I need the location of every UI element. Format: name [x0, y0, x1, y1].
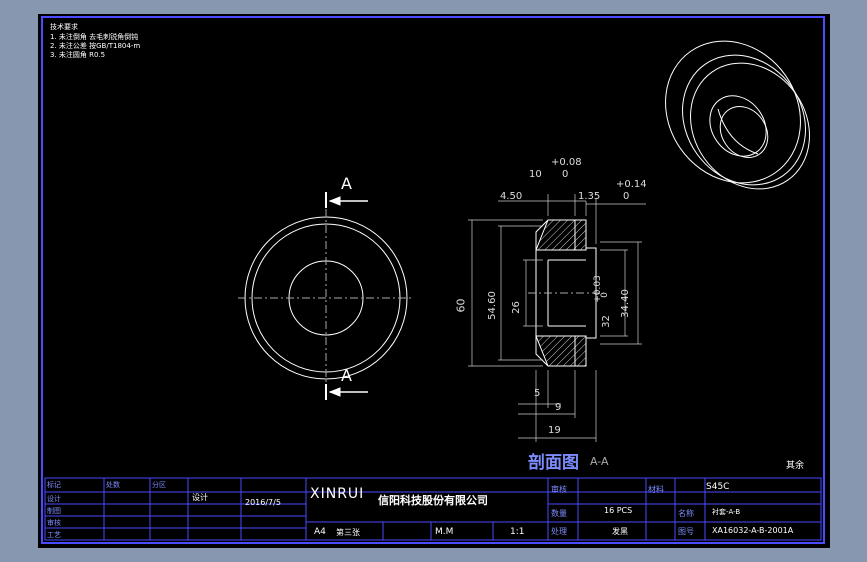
note-line-1: 1. 未注倒角 去毛刺锐角倒钝 — [50, 33, 139, 41]
process-label: 处理 — [551, 527, 567, 536]
section-label-top: A — [341, 174, 352, 193]
qty-label: 数量 — [551, 509, 567, 518]
iso-outer-back — [665, 40, 801, 184]
paper-size: A4 — [314, 527, 326, 537]
note-line-2: 2. 未注公差 按GB/T1804-m — [50, 42, 141, 50]
section-label-bottom: A — [341, 366, 352, 385]
name-label: 名称 — [678, 509, 694, 518]
dim-bore: 32 — [600, 315, 612, 328]
iso-bore-inner — [717, 108, 759, 155]
dim-bore-tol-lower: 0 — [599, 292, 610, 298]
dim-width-right: 1.35 — [578, 191, 601, 202]
cut-arrowhead-top — [328, 196, 341, 206]
section-hatch-top-2 — [574, 219, 587, 251]
dim-top-tol-upper: +0.08 — [551, 157, 582, 168]
corner-note: 其余 — [786, 461, 805, 471]
material-label: 材料 — [648, 485, 664, 494]
scale-label: M.M — [435, 527, 454, 537]
row-left-4: 工艺 — [47, 531, 61, 539]
dim-d3: 34.40 — [619, 289, 631, 318]
dim-top-tol-lower: 0 — [562, 169, 569, 180]
notes-title: 技术要求 — [50, 23, 78, 31]
front-view — [238, 192, 413, 400]
section-hatch-bottom-1 — [535, 335, 576, 367]
dim-width-left: 4.50 — [500, 191, 523, 202]
sheet-no: 第三张 — [336, 528, 360, 537]
row-left-1: 设计 — [47, 495, 61, 503]
dim-top-left: 10 — [529, 169, 542, 180]
section-hatch-bottom-2 — [574, 335, 587, 367]
row-left-3: 审核 — [47, 519, 61, 527]
process: 发黑 — [612, 527, 628, 536]
company-cn: 信阳科技股份有限公司 — [378, 494, 488, 507]
section-title: 剖面图 — [528, 453, 579, 473]
date: 2016/7/5 — [245, 498, 281, 507]
dim-right-tol-upper: +0.14 — [616, 179, 647, 190]
section-hatch-top-1 — [535, 219, 576, 251]
dim-od: 60 — [454, 298, 468, 313]
dim-d1: 54.60 — [486, 291, 498, 320]
dim-w3: 19 — [548, 425, 561, 436]
company-en: XINRUI — [310, 486, 365, 502]
drawing-sheet: 技术要求 1. 未注倒角 去毛刺锐角倒钝 2. 未注公差 按GB/T1804-m… — [38, 14, 830, 548]
rev-header: 标记 — [47, 481, 61, 489]
iso-view — [665, 40, 810, 190]
designer: 设计 — [192, 493, 208, 502]
part-number: XA16032-A-B-2001A — [712, 526, 794, 535]
sheet-border — [41, 16, 825, 544]
row-left-2: 制图 — [47, 507, 61, 515]
scale: 1:1 — [510, 527, 525, 537]
material: S45C — [706, 482, 730, 492]
dim-bore-tol-upper: +0.03 — [592, 275, 603, 303]
rev-col-1: 处数 — [106, 481, 120, 489]
cut-arrowhead-bottom — [328, 387, 341, 397]
rev-col-2: 分区 — [152, 481, 166, 489]
dim-right-tol-lower: 0 — [623, 191, 630, 202]
dim-w1: 5 — [534, 388, 541, 399]
cad-drawing — [41, 16, 825, 544]
part-label: 图号 — [678, 527, 694, 536]
dim-d2: 26 — [510, 301, 522, 314]
section-view-name: A-A — [590, 455, 609, 468]
qty: 16 PCS — [604, 506, 633, 515]
dim-w2: 9 — [555, 402, 562, 413]
check-label: 审核 — [551, 485, 567, 494]
part-name: 衬套-A-B — [712, 508, 741, 516]
note-line-3: 3. 未注圆角 R0.5 — [50, 51, 106, 59]
